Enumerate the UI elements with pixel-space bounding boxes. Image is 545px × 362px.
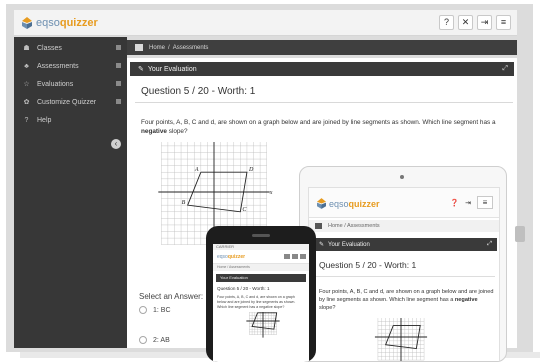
answer-option-1[interactable]: 1: BC bbox=[139, 306, 171, 314]
logo-mark-icon bbox=[317, 198, 326, 209]
question-text-bold: negative bbox=[141, 128, 167, 135]
collapse-square-icon bbox=[116, 45, 121, 50]
breadcrumb-separator: / bbox=[168, 44, 170, 51]
tablet-question-title: Question 5 / 20 - Worth: 1 bbox=[319, 260, 417, 270]
brand-light: eqso bbox=[217, 254, 228, 260]
sidebar-item-label: Customize Quizzer bbox=[37, 98, 97, 106]
sitemap-icon: ♣ bbox=[24, 62, 29, 70]
phone-top-bar: eqsoquizzer bbox=[213, 250, 309, 264]
logout-icon bbox=[292, 254, 298, 259]
divider bbox=[315, 276, 495, 277]
point-label: B bbox=[182, 200, 186, 206]
phone-mockup: CARRIER eqsoquizzer Home / Assessments Y… bbox=[206, 226, 316, 362]
sidebar-item-label: Evaluations bbox=[37, 80, 74, 88]
x-axis-label: x bbox=[269, 190, 273, 196]
breadcrumb-home[interactable]: Home bbox=[149, 45, 165, 51]
users-icon: ☗ bbox=[23, 45, 30, 52]
home-icon[interactable] bbox=[135, 44, 143, 51]
brand-light: eqso bbox=[36, 17, 60, 29]
panel-header: ✎ Your Evaluation ⤢ bbox=[130, 62, 514, 76]
divider bbox=[135, 102, 513, 103]
phone-toolbar bbox=[284, 254, 306, 259]
breadcrumb-current[interactable]: Assessments bbox=[173, 45, 209, 51]
phone-question-text: Four points, A, B, C and d, are shown on… bbox=[217, 295, 296, 309]
phone-speaker bbox=[252, 234, 270, 237]
brand-bold: quizzer bbox=[59, 17, 98, 29]
sidebar-item-help[interactable]: ? Help bbox=[14, 111, 127, 129]
collapse-square-icon bbox=[116, 63, 121, 68]
point-label: A bbox=[194, 167, 199, 173]
phone-breadcrumb: Home / Assessments bbox=[213, 264, 309, 271]
tablet-breadcrumb-text: Home / Assessments bbox=[328, 223, 380, 229]
menu-icon[interactable]: ≡ bbox=[496, 15, 511, 30]
question-text: Four points, A, B, C and d, are shown on… bbox=[141, 118, 513, 136]
radio-button[interactable] bbox=[139, 336, 147, 344]
menu-icon: ≡ bbox=[477, 196, 493, 209]
sidebar-collapse-icon[interactable]: ‹ bbox=[111, 139, 121, 149]
panel-title: Your Evaluation bbox=[147, 65, 197, 73]
tablet-mockup: eqso quizzer ❓ ⇥ ≡ Home / Assessments ✎ Y… bbox=[299, 166, 507, 362]
phone-screen: CARRIER eqsoquizzer Home / Assessments Y… bbox=[213, 244, 309, 362]
tablet-logo: eqso quizzer bbox=[317, 198, 380, 209]
logo-mark-icon bbox=[22, 17, 32, 29]
tablet-breadcrumb: Home / Assessments bbox=[309, 220, 499, 232]
sidebar-item-label: Assessments bbox=[37, 62, 79, 70]
sidebar-item-label: Classes bbox=[37, 44, 62, 52]
help-icon: ❓ bbox=[450, 199, 460, 207]
scrollbar-thumb[interactable] bbox=[515, 226, 525, 242]
tablet-question-text: Four points, A, B, C and d, are shown on… bbox=[319, 288, 495, 312]
question-title: Question 5 / 20 - Worth: 1 bbox=[141, 86, 256, 97]
pencil-icon: ✎ bbox=[319, 242, 325, 248]
help-circle-icon: ? bbox=[24, 116, 29, 124]
phone-graph bbox=[246, 304, 280, 338]
expand-icon[interactable]: ⤢ bbox=[502, 65, 508, 73]
answer-option-2[interactable]: 2: AB bbox=[139, 336, 170, 344]
sidebar-item-assessments[interactable]: ♣ Assessments bbox=[14, 57, 127, 75]
tablet-graph bbox=[374, 318, 428, 361]
answer-option-label: 1: BC bbox=[153, 306, 171, 314]
breadcrumb: Home / Assessments bbox=[127, 40, 517, 55]
help-icon[interactable]: ? bbox=[439, 15, 454, 30]
home-icon bbox=[315, 223, 322, 229]
radio-button[interactable] bbox=[139, 306, 147, 314]
menu-icon bbox=[300, 254, 306, 259]
tablet-panel-title: Your Evaluation bbox=[328, 241, 370, 248]
expand-icon: ⤢ bbox=[487, 241, 492, 247]
question-text-pre: Four points, A, B, C and d, are shown on… bbox=[141, 119, 496, 126]
brand-bold: quizzer bbox=[227, 254, 246, 260]
toolbar-buttons: ? ✕ ⇥ ≡ bbox=[439, 15, 511, 30]
tablet-top-bar: eqso quizzer ❓ ⇥ ≡ bbox=[309, 188, 499, 218]
fullscreen-icon[interactable]: ✕ bbox=[458, 15, 473, 30]
sidebar-item-classes[interactable]: ☗ Classes bbox=[14, 39, 127, 57]
collapse-square-icon bbox=[116, 99, 121, 104]
sidebar-item-customize-quizzer[interactable]: ✿ Customize Quizzer bbox=[14, 93, 127, 111]
tablet-panel-header: ✎ Your Evaluation ⤢ bbox=[313, 238, 497, 251]
brand-bold: quizzer bbox=[348, 198, 380, 209]
help-icon bbox=[284, 254, 290, 259]
brand-light: eqso bbox=[329, 198, 349, 209]
phone-logo: eqsoquizzer bbox=[217, 254, 245, 260]
pencil-icon: ✎ bbox=[138, 66, 144, 73]
question-text-post: slope? bbox=[319, 305, 336, 311]
phone-question-title: Question 5 / 20 - Worth: 1 bbox=[217, 286, 270, 291]
point-label: D bbox=[248, 167, 254, 173]
sidebar: ☗ Classes ♣ Assessments ☆ Evaluations ✿ … bbox=[14, 37, 127, 348]
collapse-square-icon bbox=[116, 81, 121, 86]
camera-dot bbox=[400, 175, 404, 179]
logout-icon[interactable]: ⇥ bbox=[477, 15, 492, 30]
tablet-screen: eqso quizzer ❓ ⇥ ≡ Home / Assessments ✎ Y… bbox=[308, 187, 500, 361]
sidebar-item-evaluations[interactable]: ☆ Evaluations bbox=[14, 75, 127, 93]
sidebar-item-label: Help bbox=[37, 116, 52, 124]
question-text-post: slope? bbox=[166, 128, 188, 135]
star-icon: ☆ bbox=[23, 81, 30, 88]
answer-label: Select an Answer: bbox=[139, 292, 204, 301]
gears-icon: ✿ bbox=[23, 99, 30, 106]
tablet-toolbar: ❓ ⇥ ≡ bbox=[450, 196, 493, 209]
answer-option-label: 2: AB bbox=[153, 336, 170, 344]
app-logo[interactable]: eqso quizzer bbox=[22, 16, 98, 30]
top-bar: eqso quizzer ? ✕ ⇥ ≡ bbox=[14, 10, 517, 36]
question-text-bold: negative bbox=[454, 297, 478, 303]
logout-icon: ⇥ bbox=[465, 199, 471, 207]
phone-panel-header: Your Evaluation bbox=[216, 274, 306, 282]
